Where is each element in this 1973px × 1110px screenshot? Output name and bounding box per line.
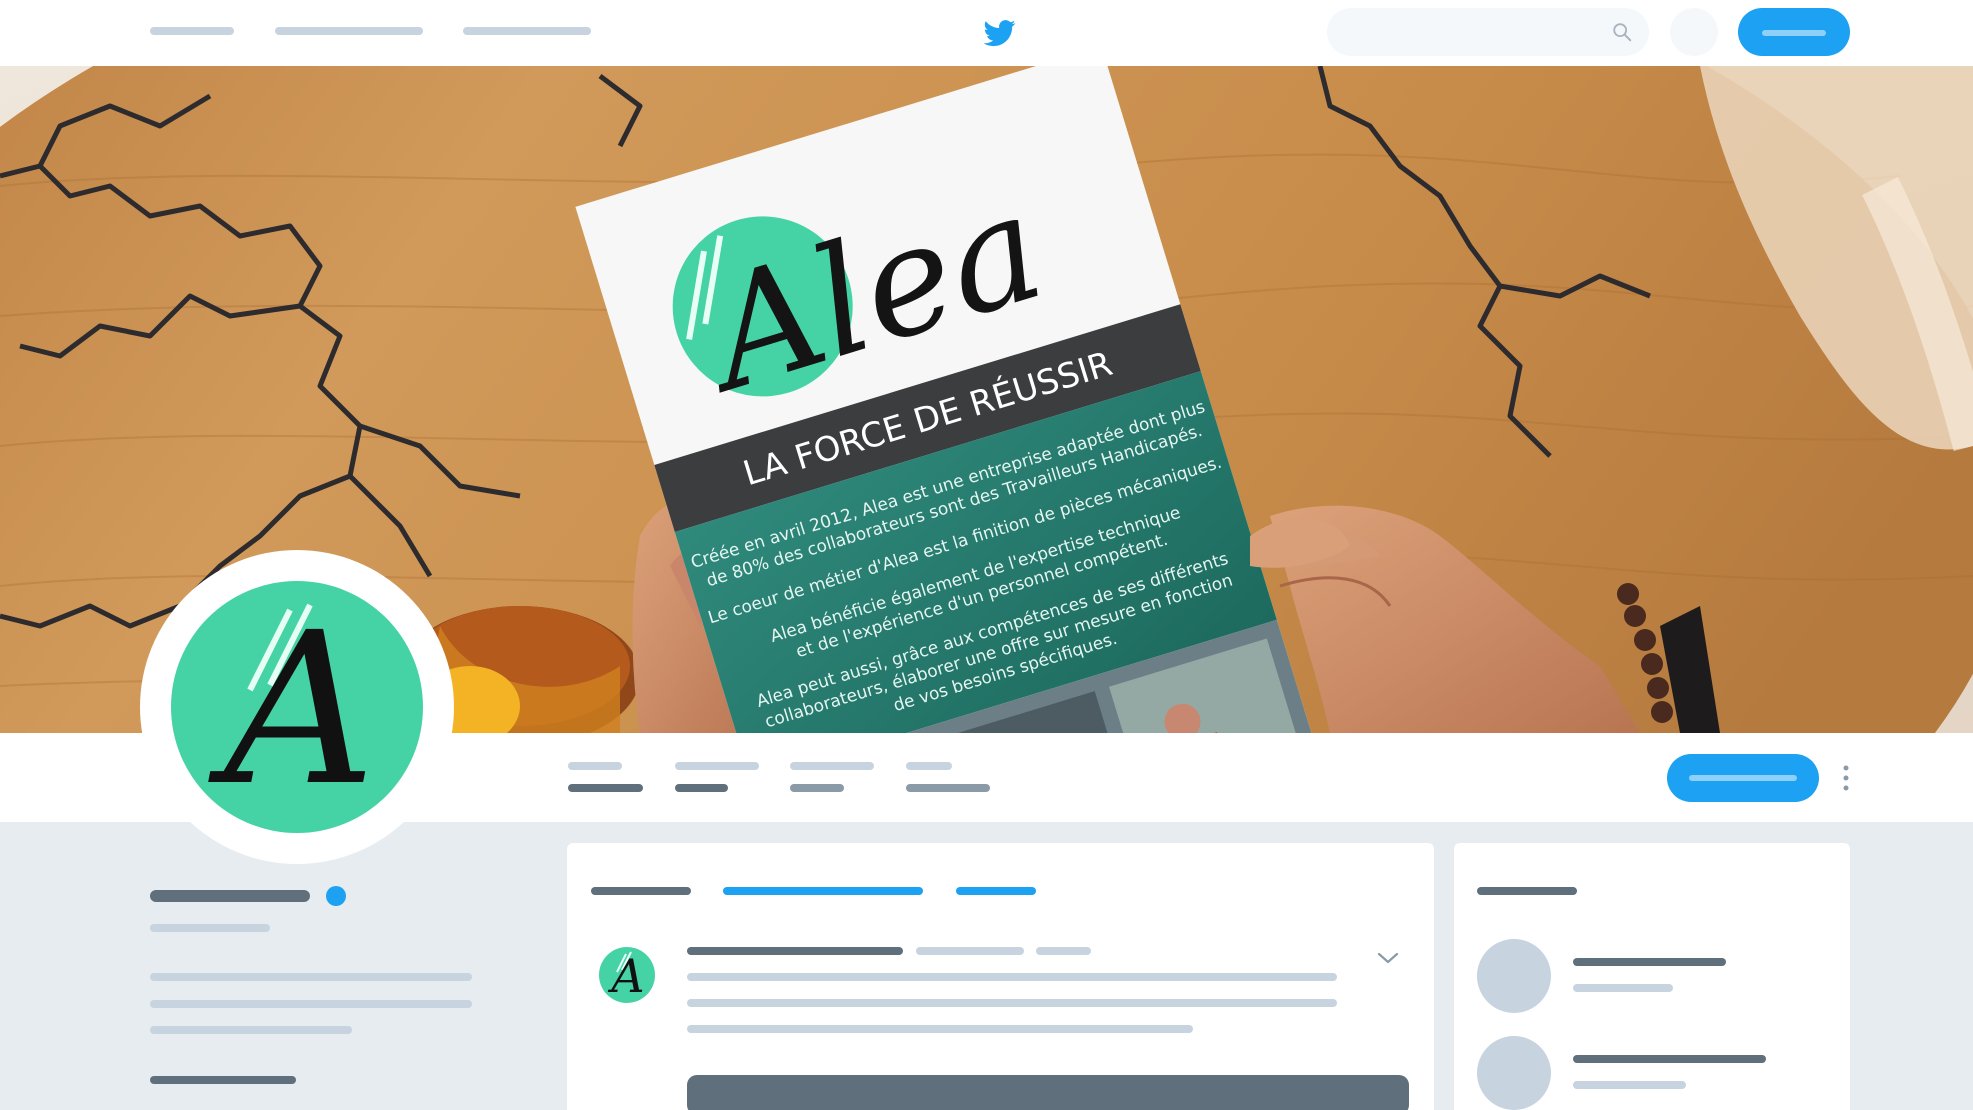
profile-bio-line (150, 973, 472, 981)
nav-item-moments[interactable] (275, 27, 423, 35)
profile-handle (150, 924, 270, 932)
stat-value-likes[interactable] (906, 784, 990, 792)
tweet-avatar-letter: A (607, 949, 644, 1003)
tab-tweets-and-replies[interactable] (723, 887, 923, 895)
stat-value-following[interactable] (675, 784, 728, 792)
who-to-follow-heading (1477, 887, 1577, 895)
suggestion-handle (1573, 1081, 1686, 1089)
suggestion-handle (1573, 984, 1673, 992)
tweet-text-line (687, 1025, 1193, 1033)
tweet-text-line (687, 973, 1337, 981)
suggestion-name[interactable] (1573, 958, 1726, 966)
tweet-button[interactable] (1738, 8, 1850, 56)
avatar-letter: A (208, 587, 376, 832)
chevron-down-icon[interactable] (1376, 950, 1400, 966)
top-navigation-bar (0, 0, 1973, 66)
tweet-text-line (687, 999, 1337, 1007)
edit-profile-button[interactable] (1667, 754, 1819, 802)
suggestion-avatar[interactable] (1477, 939, 1551, 1013)
profile-display-name (150, 890, 310, 902)
tab-tweets[interactable] (591, 887, 691, 895)
stat-label-likes (906, 762, 952, 770)
tweet-author-name[interactable] (687, 947, 903, 955)
tweet-author-handle (916, 947, 1024, 955)
nav-item-notifications[interactable] (463, 27, 591, 35)
account-avatar[interactable] (1670, 8, 1718, 56)
verified-badge-icon (326, 886, 346, 906)
stat-label-followers (790, 762, 874, 770)
tweet-timestamp[interactable] (1036, 947, 1091, 955)
suggestion-avatar[interactable] (1477, 1036, 1551, 1110)
tweet-media-preview[interactable] (687, 1075, 1409, 1110)
profile-section-heading (150, 1076, 296, 1084)
tweet-author-avatar[interactable]: A (594, 942, 660, 1008)
who-to-follow-card (1454, 843, 1850, 1110)
stat-label-tweets (568, 762, 622, 770)
search-icon[interactable] (1611, 21, 1633, 43)
stat-value-tweets[interactable] (568, 784, 643, 792)
stat-label-following (675, 762, 759, 770)
profile-avatar[interactable]: A (140, 550, 454, 864)
search-input[interactable] (1327, 8, 1649, 56)
stat-value-followers[interactable] (790, 784, 844, 792)
profile-bio-line (150, 1000, 472, 1008)
timeline-card (567, 843, 1434, 1110)
tab-media[interactable] (956, 887, 1036, 895)
nav-item-home[interactable] (150, 27, 234, 35)
more-vertical-icon[interactable] (1840, 763, 1852, 793)
twitter-bird-icon[interactable] (984, 17, 1016, 49)
suggestion-name[interactable] (1573, 1055, 1766, 1063)
alea-logo-icon: A (171, 581, 423, 833)
profile-bio-line (150, 1026, 352, 1034)
